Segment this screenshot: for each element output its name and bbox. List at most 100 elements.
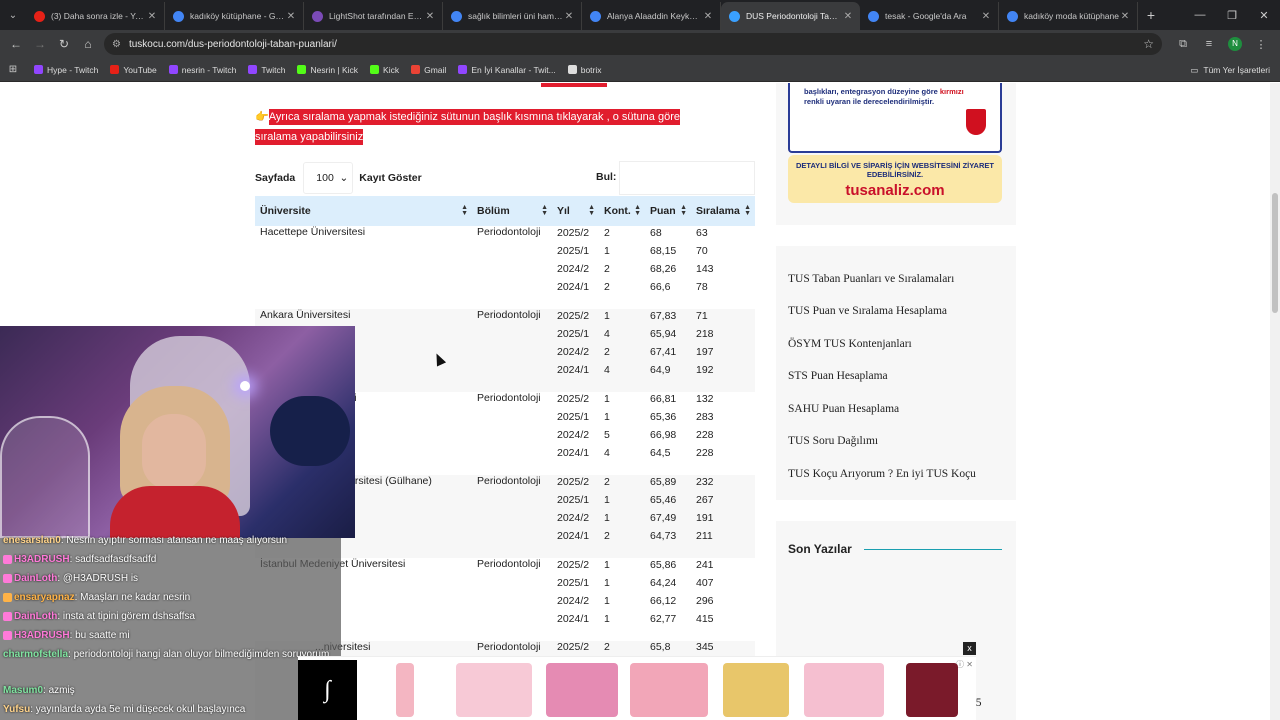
ad-info-icon[interactable]: ⓘ ✕ — [956, 659, 973, 670]
plant-silhouette — [270, 396, 350, 466]
chat-username[interactable]: DainLoth — [14, 611, 57, 622]
close-tab-icon[interactable]: ✕ — [285, 11, 297, 22]
lamp-light — [240, 381, 250, 391]
cell-value: 143 — [696, 263, 714, 275]
profile-avatar[interactable]: N — [1228, 37, 1242, 51]
browser-tab[interactable]: kadıköy kütüphane - Google✕ — [165, 2, 304, 30]
all-bookmarks[interactable]: ▭ Tüm Yer İşaretleri — [1190, 58, 1270, 82]
sidebar-link[interactable]: STS Puan Hesaplama — [788, 370, 888, 382]
ad-product — [630, 663, 708, 717]
chat-username[interactable]: H3ADRUSH — [14, 554, 70, 565]
close-ad-button[interactable]: x — [963, 642, 976, 655]
sidebar-link[interactable]: SAHU Puan Hesaplama — [788, 403, 899, 415]
ad-product — [804, 663, 884, 717]
close-tab-icon[interactable]: ✕ — [842, 11, 854, 22]
column-header[interactable]: Üniversite ▲ ▼ — [255, 196, 472, 226]
browser-tab[interactable]: tesak - Google'da Ara ✕ — [860, 2, 999, 30]
url-text: tuskocu.com/dus-periodontoloji-taban-pua… — [128, 38, 337, 50]
cell-value: 2025/1 — [557, 494, 590, 506]
column-header[interactable]: Bölüm ▲ ▼ — [472, 196, 552, 226]
per-page-select[interactable]: 100 ⌄ — [303, 162, 354, 194]
browser-tab[interactable]: LightShot tarafından Ekran ✕ — [304, 2, 443, 30]
chat-username[interactable]: DainLoth — [14, 573, 57, 584]
bookmark-item[interactable]: botrix — [567, 65, 602, 75]
bookmark-item[interactable]: YouTube — [110, 65, 157, 75]
cell-value: 2 — [604, 263, 610, 275]
cell-value: 64,5 — [650, 447, 671, 459]
browser-tab[interactable]: sağlık bilimleri üni hamidiye ✕ — [443, 2, 582, 30]
browser-tab[interactable]: kadıköy moda kütüphane ✕ — [999, 2, 1138, 30]
tab-title: LightShot tarafından Ekran — [329, 11, 424, 21]
bottom-ad-banner[interactable]: x ⓘ ✕ ∫ — [298, 642, 976, 720]
close-window-icon[interactable]: ✕ — [1248, 0, 1280, 30]
column-header[interactable]: Kont. ▲ ▼ — [599, 196, 645, 226]
close-tab-icon[interactable]: ✕ — [980, 11, 992, 22]
chat-username[interactable]: Masum0 — [3, 685, 43, 696]
close-tab-icon[interactable]: ✕ — [146, 11, 158, 22]
sidebar-link[interactable]: TUS Taban Puanları ve Sıralamaları — [788, 273, 954, 285]
column-header[interactable]: Sıralama ▲ ▼ — [691, 196, 755, 226]
address-bar[interactable]: ⚙ tuskocu.com/dus-periodontoloji-taban-p… — [104, 33, 1162, 55]
sidebar-link[interactable]: TUS Koçu Arıyorum ? En iyi TUS Koçu — [788, 468, 976, 480]
search-input[interactable] — [619, 161, 755, 195]
chat-username[interactable]: Yufsu — [3, 704, 30, 715]
browser-tab[interactable]: (3) Daha sonra izle - YouTube✕ — [26, 2, 165, 30]
bookmark-star-icon[interactable]: ☆ — [1143, 37, 1154, 51]
recent-posts-title: Son Yazılar — [788, 542, 852, 556]
tab-title: DUS Periodontoloji Taban — [746, 11, 842, 21]
column-header[interactable]: Puan ▲ ▼ — [645, 196, 691, 226]
ad-text: başlıkları, entegrasyon düzeyine göre kı… — [804, 87, 964, 106]
per-page-value: 100 — [316, 172, 334, 184]
home-icon[interactable]: ⌂ — [76, 30, 100, 58]
university-name: Ankara Üniversitesi — [260, 309, 351, 321]
column-header[interactable]: Yıl ▲ ▼ — [552, 196, 599, 226]
bookmark-item[interactable]: En İyi Kanallar - Twit... — [458, 65, 556, 75]
cell-value: 2 — [604, 476, 610, 488]
chat-username[interactable]: ensaryapnaz — [14, 592, 75, 603]
menu-icon[interactable]: ⋮ — [1248, 38, 1274, 51]
sidebar-link[interactable]: TUS Puan ve Sıralama Hesaplama — [788, 305, 947, 317]
chat-text: : @H3ADRUSH is — [57, 573, 139, 584]
tab-favicon-icon — [34, 10, 45, 22]
maximize-icon[interactable]: ❐ — [1216, 0, 1248, 30]
bookmark-item[interactable]: nesrin - Twitch — [168, 65, 236, 75]
tab-search-icon[interactable]: ⌄ — [0, 0, 26, 30]
close-tab-icon[interactable]: ✕ — [424, 11, 436, 22]
chat-message: Masum0: azmiş — [3, 683, 339, 699]
cell-value: 132 — [696, 393, 714, 405]
bookmark-item[interactable]: Nesrin | Kick — [297, 65, 358, 75]
reload-icon[interactable]: ↻ — [52, 30, 76, 58]
back-icon[interactable]: ← — [4, 30, 28, 58]
close-tab-icon[interactable]: ✕ — [1119, 11, 1131, 22]
bookmark-item[interactable]: Gmail — [411, 65, 446, 75]
forward-icon[interactable]: → — [28, 30, 52, 58]
chat-username[interactable]: charmofstella — [3, 649, 68, 660]
browser-tab[interactable]: DUS Periodontoloji Taban ✕ — [721, 2, 860, 30]
ad-banner[interactable]: başlıkları, entegrasyon düzeyine göre kı… — [788, 83, 1002, 153]
close-tab-icon[interactable]: ✕ — [702, 11, 714, 22]
extensions-icon[interactable]: ⧉ — [1170, 38, 1196, 51]
chat-username[interactable]: enesarslan0 — [3, 535, 61, 546]
cell-value: 1 — [604, 245, 610, 257]
ad-cta[interactable]: DETAYLI BİLGİ VE SİPARİŞ İÇİN WEBSİTESİN… — [788, 155, 1002, 203]
chat-username[interactable]: H3ADRUSH — [14, 630, 70, 641]
page-scrollbar[interactable] — [1270, 83, 1280, 720]
new-tab-button[interactable]: + — [1138, 7, 1164, 23]
close-tab-icon[interactable]: ✕ — [563, 11, 575, 22]
reading-list-icon[interactable]: ≡ — [1196, 38, 1222, 50]
sidebar-link[interactable]: ÖSYM TUS Kontenjanları — [788, 338, 912, 350]
site-info-icon[interactable]: ⚙ — [112, 39, 121, 50]
apps-icon[interactable]: ⊞ — [0, 64, 26, 75]
bookmark-item[interactable]: Hype - Twitch — [34, 65, 98, 75]
browser-tab[interactable]: Alanya Alaaddin Keykubat ✕ — [582, 2, 721, 30]
bookmark-item[interactable]: Kick — [370, 65, 399, 75]
streamer — [110, 386, 240, 538]
sidebar-link[interactable]: TUS Soru Dağılımı — [788, 435, 878, 447]
bookmark-item[interactable]: Twitch — [248, 65, 285, 75]
chat-badge-icon — [3, 630, 12, 640]
department-name: Periodontoloji — [477, 226, 541, 238]
ad-product — [723, 663, 789, 717]
ad-site-link[interactable]: tusanaliz.com — [788, 182, 1002, 199]
minimize-icon[interactable]: — — [1184, 0, 1216, 30]
scrollbar-thumb[interactable] — [1272, 193, 1278, 313]
